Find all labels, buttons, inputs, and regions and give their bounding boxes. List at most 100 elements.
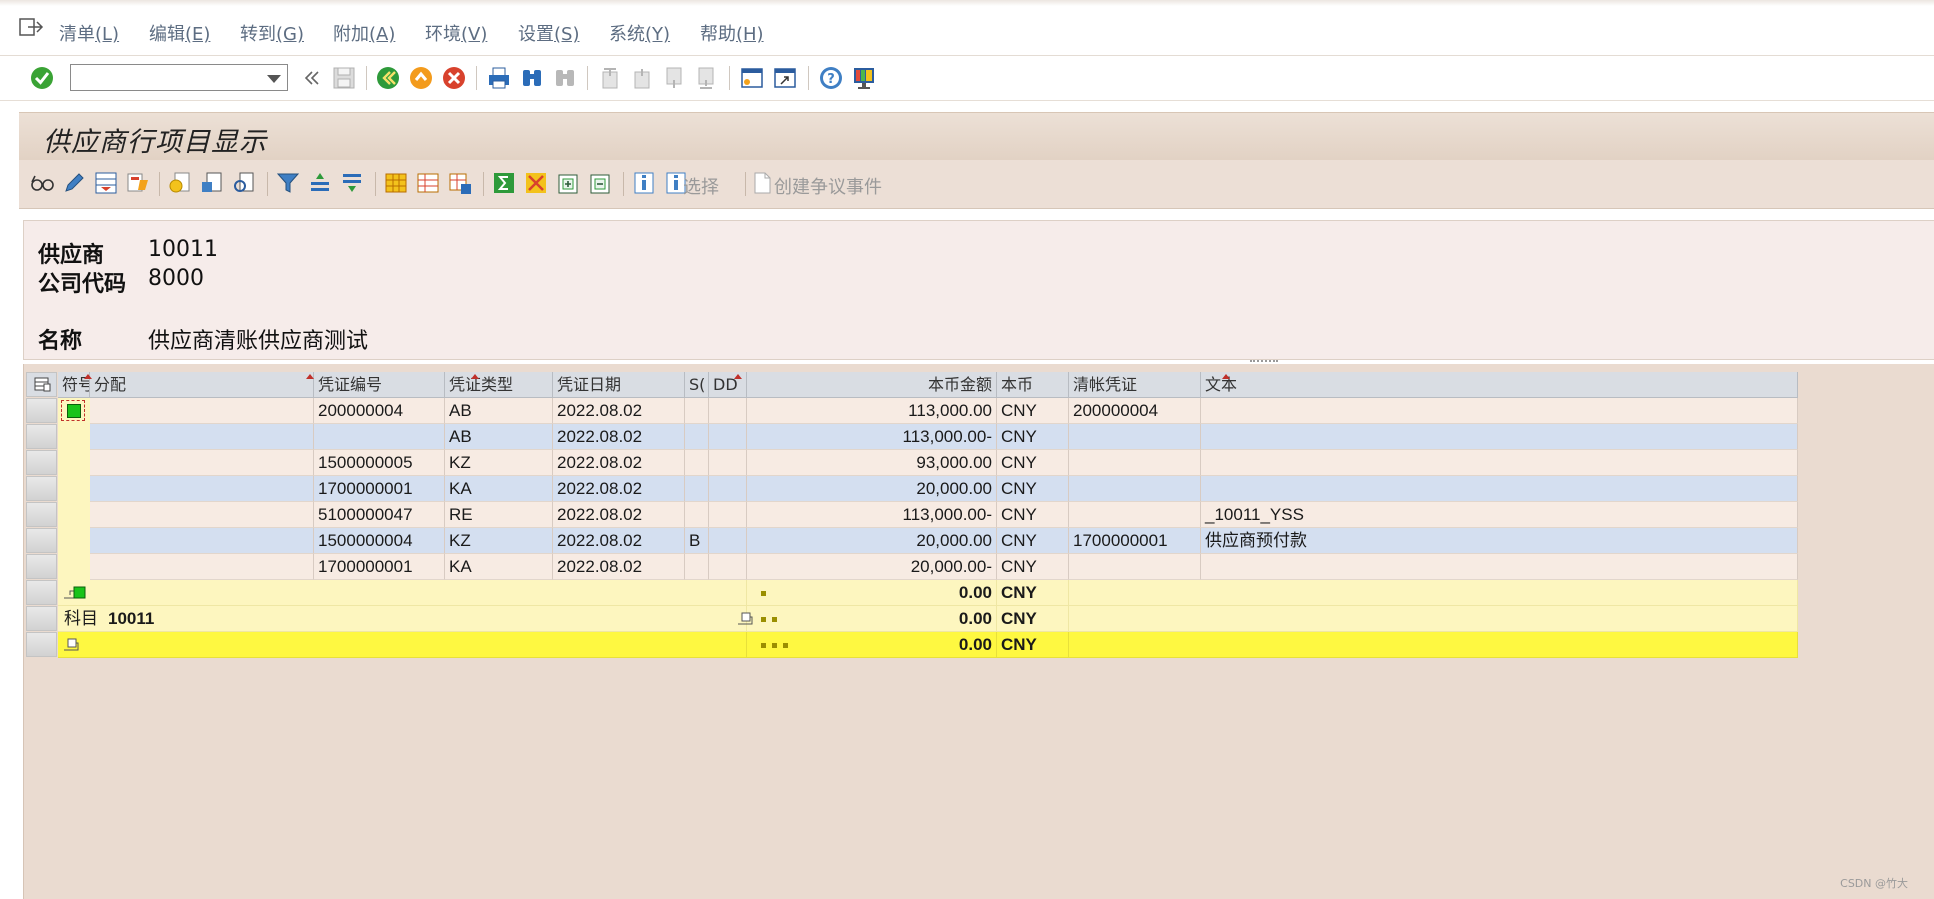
cell-special-gl[interactable]: B	[685, 528, 709, 554]
grid-settings-button[interactable]	[26, 372, 57, 397]
cell-doc-number[interactable]: 1500000004	[314, 528, 445, 554]
menu-item-3[interactable]: 附加(A)	[333, 20, 395, 46]
cell-currency[interactable]: CNY	[997, 554, 1069, 580]
sort-ascending-icon[interactable]	[307, 170, 333, 196]
find-icon[interactable]	[518, 64, 546, 92]
cell-amount[interactable]: 93,000.00	[747, 450, 997, 476]
select-all-icon[interactable]	[93, 170, 119, 196]
cell-doc-type[interactable]: KA	[445, 554, 553, 580]
col-doc-type-header[interactable]: 凭证类型	[445, 372, 553, 398]
system-menu-icon[interactable]	[18, 17, 44, 39]
cell-doc-date[interactable]: 2022.08.02	[553, 398, 685, 424]
row-selector[interactable]	[26, 502, 57, 527]
cell-dd[interactable]	[709, 554, 747, 580]
cell-special-gl[interactable]	[685, 398, 709, 424]
row-selector[interactable]	[26, 528, 57, 553]
cell-dd[interactable]	[709, 528, 747, 554]
cell-doc-date[interactable]: 2022.08.02	[553, 450, 685, 476]
row-selector[interactable]	[26, 554, 57, 579]
cell-doc-number[interactable]: 200000004	[314, 398, 445, 424]
collapse-command-icon[interactable]	[298, 64, 326, 92]
cell-assignment[interactable]	[90, 450, 314, 476]
cell-special-gl[interactable]	[685, 424, 709, 450]
filter-icon[interactable]	[275, 170, 301, 196]
cell-currency[interactable]: CNY	[997, 476, 1069, 502]
cell-doc-type[interactable]: KZ	[445, 528, 553, 554]
cell-dd[interactable]	[709, 450, 747, 476]
new-session-icon[interactable]	[738, 64, 766, 92]
grand-total-row[interactable]: 0.00 CNY	[26, 632, 1798, 658]
row-selector[interactable]	[26, 606, 57, 631]
cell-dd[interactable]	[709, 398, 747, 424]
hold-data-icon[interactable]	[125, 170, 151, 196]
cell-doc-type[interactable]: KA	[445, 476, 553, 502]
menu-item-7[interactable]: 帮助(H)	[700, 20, 764, 46]
cell-currency[interactable]: CNY	[997, 398, 1069, 424]
cell-amount[interactable]: 20,000.00	[747, 476, 997, 502]
row-selector[interactable]	[26, 632, 57, 657]
document-overview-icon[interactable]	[199, 170, 225, 196]
cell-clearing-doc[interactable]	[1069, 476, 1201, 502]
first-page-icon[interactable]	[596, 64, 624, 92]
cancel-icon[interactable]	[440, 64, 468, 92]
cell-dd[interactable]	[709, 502, 747, 528]
table-row[interactable]: 200000004 AB 2022.08.02 113,000.00 CNY 200000…	[26, 398, 1798, 424]
cell-text[interactable]	[1201, 554, 1798, 580]
create-dispute-icon[interactable]	[749, 170, 775, 196]
cell-currency[interactable]: CNY	[997, 450, 1069, 476]
cell-dd[interactable]	[709, 424, 747, 450]
table-row[interactable]: AB 2022.08.02 113,000.00- CNY	[26, 424, 1798, 450]
cell-clearing-doc[interactable]	[1069, 554, 1201, 580]
table-row[interactable]: 1700000001 KA 2022.08.02 20,000.00- CNY	[26, 554, 1798, 580]
cell-assignment[interactable]	[90, 502, 314, 528]
cell-assignment[interactable]	[90, 554, 314, 580]
cell-text[interactable]	[1201, 424, 1798, 450]
col-doc-date-header[interactable]: 凭证日期	[553, 372, 685, 398]
row-selector[interactable]	[26, 476, 57, 501]
select-button-label[interactable]: 选择	[683, 173, 719, 199]
cell-doc-number[interactable]: 1700000001	[314, 554, 445, 580]
cell-currency[interactable]: CNY	[997, 502, 1069, 528]
cell-assignment[interactable]	[90, 528, 314, 554]
col-special-gl-header[interactable]: S(	[685, 372, 709, 398]
menu-item-0[interactable]: 清单(L)	[59, 20, 119, 46]
menu-item-6[interactable]: 系统(Y)	[609, 20, 670, 46]
print-icon[interactable]	[485, 64, 513, 92]
table-row[interactable]: 1500000005 KZ 2022.08.02 93,000.00 CNY	[26, 450, 1798, 476]
cell-assignment[interactable]	[90, 424, 314, 450]
cell-clearing-doc[interactable]: 1700000001	[1069, 528, 1201, 554]
menu-item-5[interactable]: 设置(S)	[518, 20, 579, 46]
find-next-icon[interactable]	[551, 64, 579, 92]
cell-amount[interactable]: 20,000.00-	[747, 554, 997, 580]
display-glasses-icon[interactable]	[29, 170, 55, 196]
cell-special-gl[interactable]	[685, 476, 709, 502]
back-icon[interactable]	[374, 64, 402, 92]
col-doc-number-header[interactable]: 凭证编号	[314, 372, 445, 398]
subtotal-row[interactable]: 0.00 CNY	[26, 580, 1798, 606]
cell-doc-type[interactable]: RE	[445, 502, 553, 528]
cell-assignment[interactable]	[90, 398, 314, 424]
row-selector[interactable]	[26, 450, 57, 475]
table-row[interactable]: 1500000004 KZ 2022.08.02 B 20,000.00 CNY 17000…	[26, 528, 1798, 554]
col-text-header[interactable]: 文本	[1201, 372, 1798, 398]
choose-layout-icon[interactable]	[415, 170, 441, 196]
cell-amount[interactable]: 113,000.00-	[747, 502, 997, 528]
total-currency[interactable]: CNY	[997, 580, 1069, 606]
subtotal-icon[interactable]	[523, 170, 549, 196]
help-icon[interactable]: ?	[817, 64, 845, 92]
menu-item-2[interactable]: 转到(G)	[240, 20, 304, 46]
menu-item-1[interactable]: 编辑(E)	[149, 20, 210, 46]
cell-text[interactable]	[1201, 398, 1798, 424]
sum-icon[interactable]	[491, 170, 517, 196]
cell-doc-number[interactable]	[314, 424, 445, 450]
cell-special-gl[interactable]	[685, 502, 709, 528]
cell-text[interactable]	[1201, 476, 1798, 502]
save-layout-icon[interactable]	[447, 170, 473, 196]
cell-amount[interactable]: 113,000.00-	[747, 424, 997, 450]
change-pencil-icon[interactable]	[61, 170, 87, 196]
total-amount[interactable]: 0.00	[747, 580, 997, 606]
cell-clearing-doc[interactable]	[1069, 424, 1201, 450]
row-selector[interactable]	[26, 398, 57, 423]
enter-check-icon[interactable]	[28, 64, 56, 92]
create-dispute-button-label[interactable]: 创建争议事件	[774, 173, 882, 199]
